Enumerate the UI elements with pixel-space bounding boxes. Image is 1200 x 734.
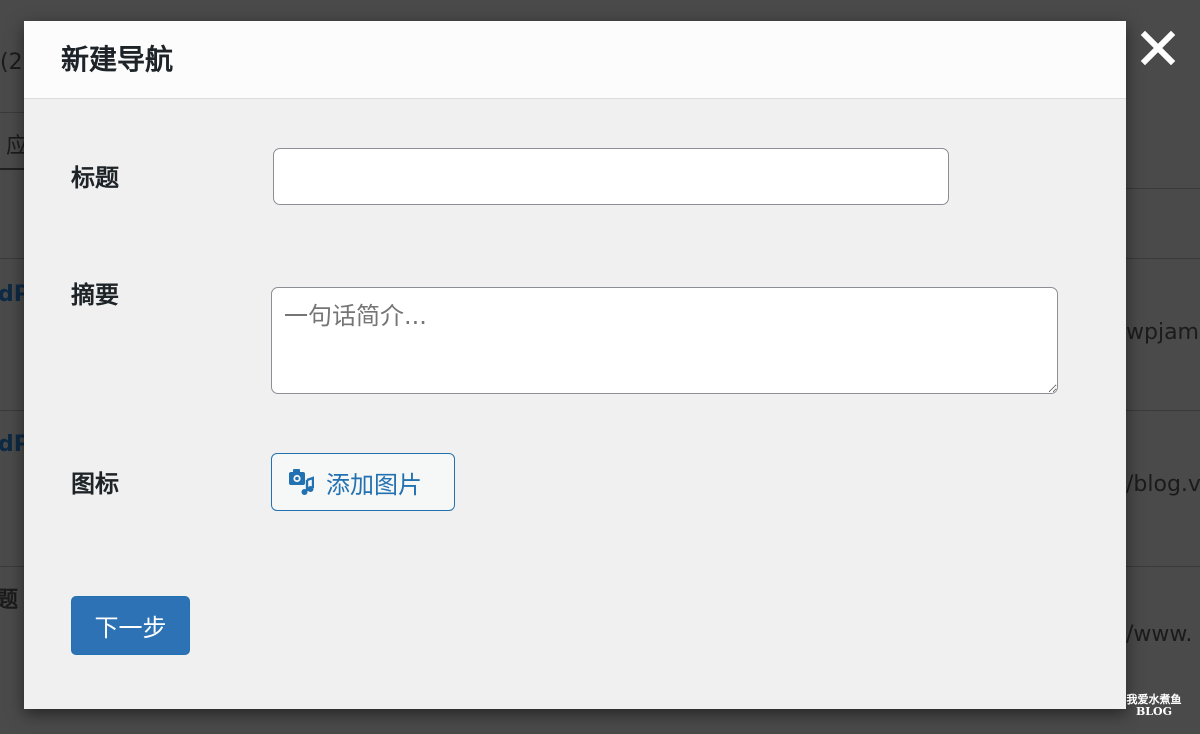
watermark-line2: BLOG xyxy=(1135,705,1172,718)
add-image-button[interactable]: 添加图片 xyxy=(271,453,455,511)
bg-fragment: wpjam xyxy=(1126,320,1199,345)
bg-fragment: /www. xyxy=(1126,622,1193,647)
icon-label: 图标 xyxy=(71,470,119,498)
modal-header: 新建导航 xyxy=(24,21,1126,99)
add-image-label: 添加图片 xyxy=(326,470,422,499)
title-input[interactable] xyxy=(273,148,949,205)
blog-watermark: 我爱水煮鱼 BLOG xyxy=(1118,694,1190,724)
summary-textarea[interactable] xyxy=(271,287,1058,394)
new-navigation-modal: 新建导航 标题 摘要 图标 添加图片 下一步 xyxy=(24,21,1126,709)
close-icon[interactable] xyxy=(1140,30,1176,66)
bg-fragment: 题 xyxy=(0,588,19,613)
bg-fragment: /blog.v xyxy=(1126,472,1200,497)
bg-fragment: (2 xyxy=(0,50,23,75)
modal-title: 新建导航 xyxy=(61,43,174,76)
title-label: 标题 xyxy=(71,164,119,192)
summary-label: 摘要 xyxy=(71,281,119,309)
add-media-icon xyxy=(288,467,314,497)
next-step-button[interactable]: 下一步 xyxy=(71,596,190,655)
